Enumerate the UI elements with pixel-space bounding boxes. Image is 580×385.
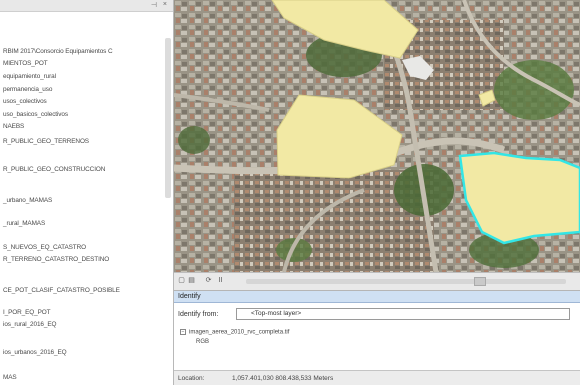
toc-layer-item[interactable]: _urbano_MAMAS [3,197,52,204]
toc-layer-item[interactable]: R_PUBLIC_GEO_CONSTRUCCION [3,166,105,173]
scrollbar-thumb[interactable] [474,277,486,286]
toc-layer-item[interactable]: MAS [3,374,17,381]
layout-view-icon[interactable]: ▢ [177,276,186,286]
result-layer-name: imagen_aerea_2010_rvc_completa.tif [189,329,290,336]
toc-layer-item[interactable]: NAEBS [3,123,24,130]
toc-layer-item[interactable]: MIENTOS_POT [3,60,48,67]
identify-from-label: Identify from: [178,311,219,318]
close-icon[interactable]: × [163,1,167,8]
result-tree-child[interactable]: RGB [196,339,209,345]
location-coordinates: 1,057.401,030 808.438,533 Meters [232,375,334,382]
toc-layer-item[interactable]: CE_POT_CLASIF_CATASTRO_POSIBLE [3,287,120,294]
toc-scrollbar[interactable] [165,38,171,198]
aerial-imagery [174,0,580,272]
pin-icon[interactable]: ⊣ [151,1,157,9]
toc-layer-item[interactable]: ios_urbanos_2016_EQ [3,349,67,356]
toc-layer-item[interactable]: I_POR_EQ_POT [3,309,51,316]
identify-layer-dropdown[interactable]: <Top-most layer> [236,308,570,320]
toc-layer-item[interactable]: R_PUBLIC_GEO_TERRENOS [3,138,89,145]
toc-layer-item[interactable]: R_TERRENO_CATASTRO_DESTINO [3,256,109,263]
data-view-icon[interactable]: ▤ [187,276,196,286]
toc-layer-item[interactable]: usos_colectivos [3,98,47,105]
toc-layer-group[interactable]: RBIM 2017\Consorcio Equipamientos C [3,48,113,55]
status-bar: Location: 1,057.401,030 808.438,533 Mete… [174,370,580,385]
map-toolbar: ▢ ▤ ⟳ II [174,272,580,290]
collapse-icon[interactable]: − [180,329,186,335]
location-label: Location: [178,375,205,382]
identify-panel: Identify Identify from: <Top-most layer>… [174,290,580,370]
toc-layer-item[interactable]: S_NUEVOS_EQ_CATASTRO [3,244,86,251]
horizontal-scrollbar[interactable] [246,279,566,284]
pause-drawing-icon[interactable]: II [216,276,225,286]
toc-header: ⊣ × [0,0,173,12]
result-tree-root[interactable]: − imagen_aerea_2010_rvc_completa.tif [180,329,289,336]
toc-layer-item[interactable]: uso_basicos_colectivos [3,111,68,118]
toc-layer-item[interactable]: _rural_MAMAS [3,220,45,227]
refresh-icon[interactable]: ⟳ [204,276,213,286]
table-of-contents-panel: ⊣ × RBIM 2017\Consorcio Equipamientos C … [0,0,174,385]
toc-layer-item[interactable]: ios_rural_2016_EQ [3,321,56,328]
toc-layer-item[interactable]: permanencia_uso [3,86,52,93]
identify-title: Identify [174,291,580,303]
toc-layer-item[interactable]: equipamiento_rural [3,73,56,80]
map-view[interactable] [174,0,580,272]
